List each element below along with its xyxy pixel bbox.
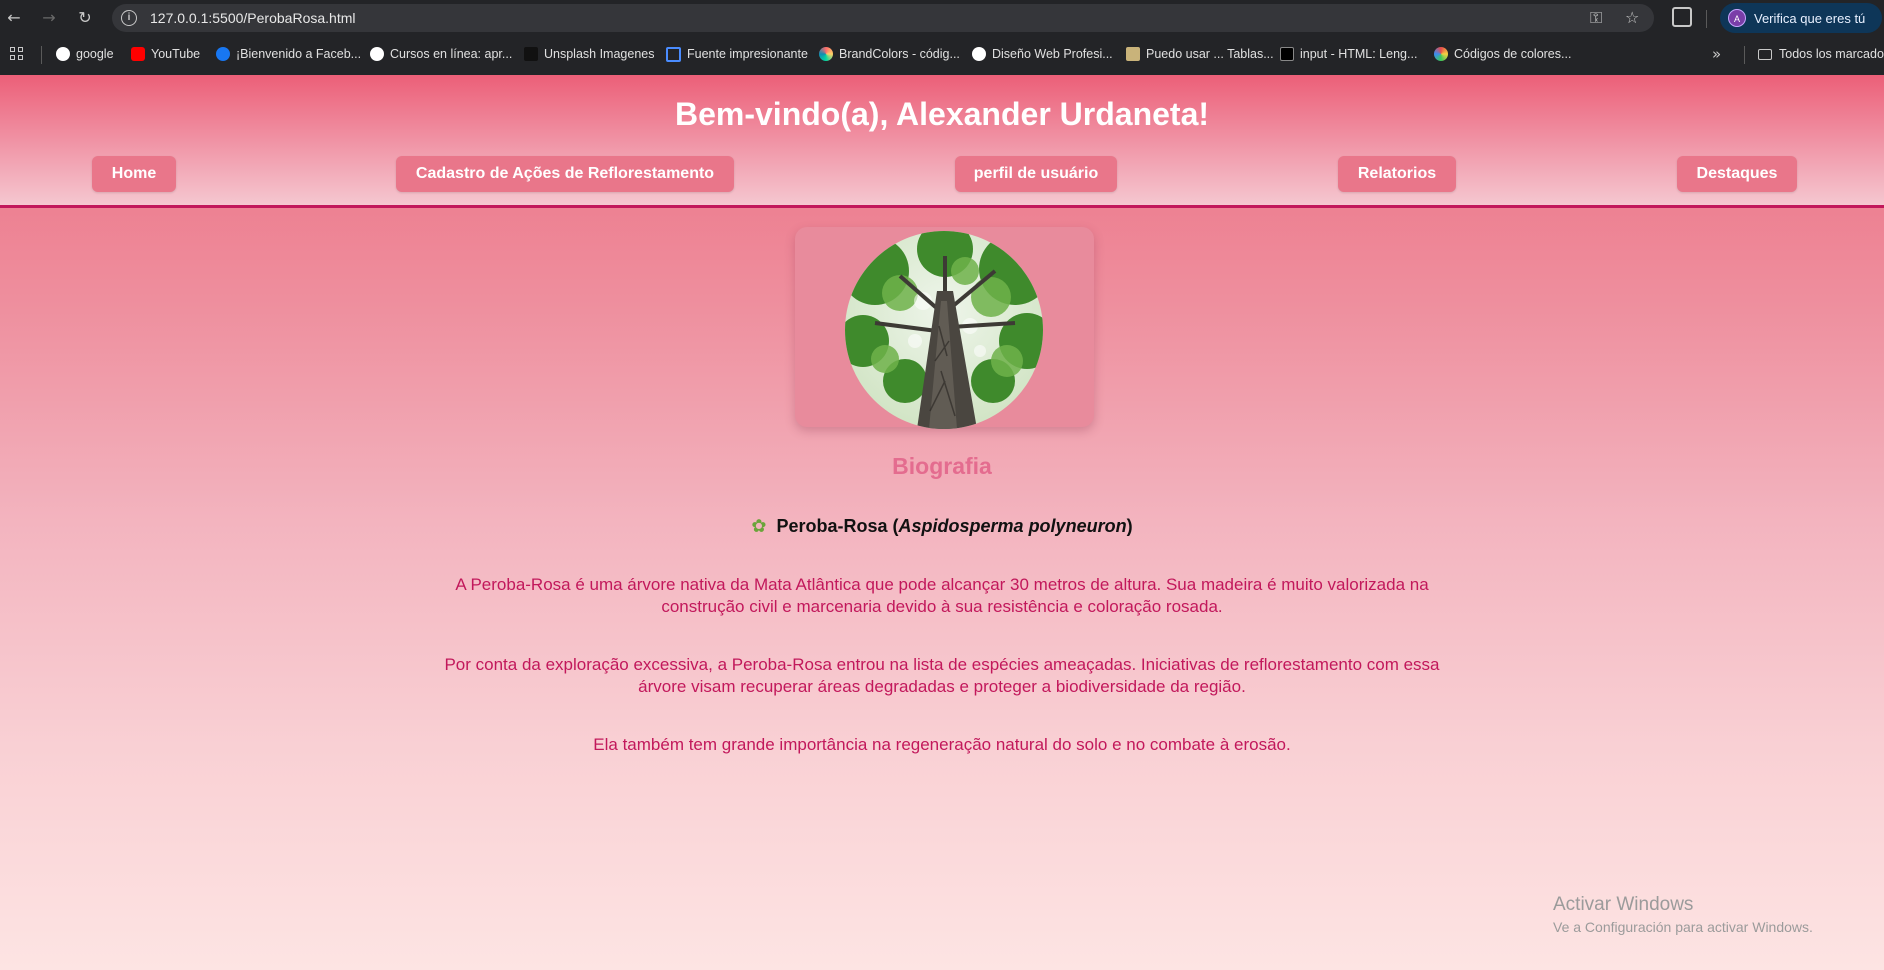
bookmark-item[interactable]: BrandColors - códig... <box>819 46 960 62</box>
nav-perfil-button[interactable]: perfil de usuário <box>955 156 1117 192</box>
browser-chrome: ← → ↻ i 127.0.0.1:5500/PerobaRosa.html ⚿… <box>0 0 1884 75</box>
bookmark-item[interactable]: Puedo usar ... Tablas... <box>1126 46 1274 62</box>
mdn-icon <box>1280 47 1294 61</box>
species-scientific-name: Aspidosperma polyneuron <box>898 516 1127 536</box>
google-icon <box>56 47 70 61</box>
bookmark-star-icon[interactable]: ☆ <box>1625 8 1639 27</box>
all-bookmarks-folder[interactable]: Todos los marcadores <box>1758 46 1884 62</box>
reload-icon[interactable]: ↻ <box>75 8 95 28</box>
course-site-icon <box>370 47 384 61</box>
nav-cadastro-button[interactable]: Cadastro de Ações de Reflorestamento <box>396 156 734 192</box>
species-paren-close: ) <box>1126 516 1133 536</box>
caniuse-icon <box>1126 47 1140 61</box>
bookmark-item[interactable]: input - HTML: Leng... <box>1280 46 1417 62</box>
nav-relatorios-button[interactable]: Relatorios <box>1338 156 1456 192</box>
bookmark-item[interactable]: Códigos de colores... <box>1434 46 1571 62</box>
facebook-icon <box>216 47 230 61</box>
leaf-icon: ✿ <box>751 516 767 537</box>
bookmark-item[interactable]: Cursos en línea: apr... <box>370 46 512 62</box>
toolbar-divider <box>1706 10 1707 28</box>
web-design-icon <box>972 47 986 61</box>
bookmarks-bar: google YouTube ¡Bienvenido a Faceb... Cu… <box>0 40 1884 68</box>
nav-destaques-button[interactable]: Destaques <box>1677 156 1797 192</box>
bookmark-item[interactable]: Unsplash Imagenes <box>524 46 654 62</box>
nav-home-button[interactable]: Home <box>92 156 176 192</box>
bookmark-item[interactable]: Diseño Web Profesi... <box>972 46 1113 62</box>
windows-activation-subtitle: Ve a Configuración para activar Windows. <box>1553 919 1813 935</box>
unsplash-icon <box>524 47 538 61</box>
bookmark-item[interactable]: google <box>56 46 114 62</box>
extensions-icon[interactable] <box>1672 7 1692 27</box>
youtube-icon <box>131 47 145 61</box>
brandcolors-icon <box>819 47 833 61</box>
species-heading: ✿ Peroba-Rosa (Aspidosperma polyneuron) <box>0 516 1884 537</box>
site-header: Bem-vindo(a), Alexander Urdaneta! Home C… <box>0 75 1884 208</box>
bookmark-item[interactable]: YouTube <box>131 46 200 62</box>
chevron-right-double-icon[interactable]: » <box>1712 45 1721 63</box>
welcome-heading: Bem-vindo(a), Alexander Urdaneta! <box>674 96 1210 132</box>
bookmarks-divider <box>1744 46 1745 64</box>
profile-button[interactable]: A Verifica que eres tú <box>1720 3 1882 33</box>
browser-toolbar: ← → ↻ i 127.0.0.1:5500/PerobaRosa.html ⚿… <box>0 0 1884 36</box>
tree-photo-card <box>795 227 1094 429</box>
profile-label: Verifica que eres tú <box>1754 11 1866 26</box>
forward-icon[interactable]: → <box>39 8 59 28</box>
apps-grid-icon[interactable] <box>10 47 24 61</box>
bookmark-item[interactable]: ¡Bienvenido a Faceb... <box>216 46 361 62</box>
avatar: A <box>1728 9 1746 27</box>
bio-paragraph: Ela também tem grande importância na reg… <box>593 735 1291 754</box>
tree-photo <box>845 231 1043 429</box>
color-codes-icon <box>1434 47 1448 61</box>
bio-paragraph: Por conta da exploração excessiva, a Per… <box>444 655 1440 696</box>
password-key-icon[interactable]: ⚿ <box>1590 8 1602 28</box>
bio-paragraph: A Peroba-Rosa é uma árvore nativa da Mat… <box>455 575 1429 616</box>
windows-activation-title: Activar Windows <box>1553 894 1694 915</box>
flag-icon <box>666 46 681 62</box>
bio-title: Biografia <box>892 453 992 479</box>
back-icon[interactable]: ← <box>4 8 24 28</box>
address-bar[interactable]: i 127.0.0.1:5500/PerobaRosa.html ⚿ ☆ <box>112 4 1654 32</box>
site-info-icon[interactable]: i <box>121 10 137 26</box>
species-common-name: Peroba-Rosa ( <box>776 516 899 536</box>
page-content: Bem-vindo(a), Alexander Urdaneta! Home C… <box>0 75 1884 970</box>
bookmark-item[interactable]: Fuente impresionante <box>666 46 808 62</box>
bookmarks-divider <box>41 46 42 64</box>
folder-icon <box>1758 48 1772 60</box>
address-url[interactable]: 127.0.0.1:5500/PerobaRosa.html <box>150 10 355 26</box>
